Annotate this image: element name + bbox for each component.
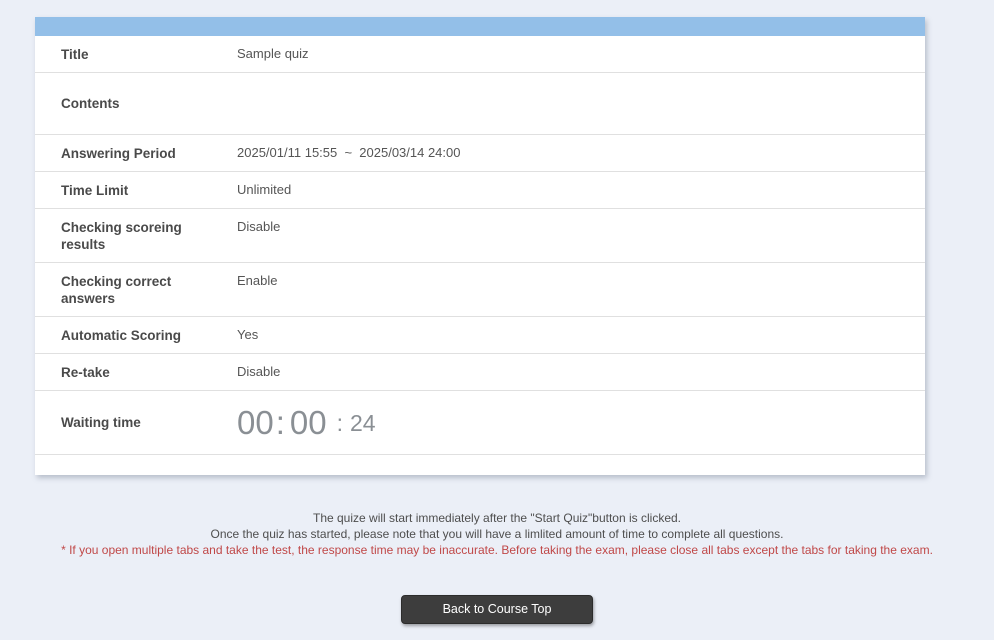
row-value: Enable	[237, 273, 278, 288]
row-label: Answering Period	[61, 145, 176, 161]
table-row-retake: Re-take Disable	[35, 354, 925, 391]
row-label: Automatic Scoring	[61, 327, 182, 343]
row-value: Disable	[237, 364, 281, 379]
timer-colon: :	[275, 403, 285, 441]
table-row-correct-answers: Checking correct answers Enable	[35, 263, 925, 317]
timer-minutes: 00	[289, 403, 327, 441]
table-row-time-limit: Time Limit Unlimited	[35, 172, 925, 209]
panel-header-bar	[35, 17, 925, 36]
row-value	[237, 73, 925, 134]
row-value: Sample quiz	[237, 46, 309, 61]
button-row: Back to Course Top	[0, 595, 994, 624]
timer-colon: :	[336, 409, 343, 436]
row-label: Contents	[61, 96, 120, 111]
quiz-info-panel: Title Sample quiz Contents Answering Per…	[35, 17, 925, 475]
row-label: Title	[61, 46, 89, 62]
timer-seconds: 24	[350, 409, 376, 436]
row-label: Re-take	[61, 364, 110, 380]
row-value: Unlimited	[237, 182, 292, 197]
note-multiple-tabs-warning: * If you open multiple tabs and take the…	[61, 542, 933, 557]
row-value: Yes	[237, 327, 259, 342]
note-start-info: The quize will start immediately after t…	[313, 511, 681, 525]
row-value: 2025/01/11 15:55 ~ 2025/03/14 24:00	[237, 145, 461, 160]
table-row-scoring-results: Checking scoreing results Disable	[35, 209, 925, 263]
table-row-waiting-time: Waiting time 00:00:24	[35, 391, 925, 455]
table-row-automatic-scoring: Automatic Scoring Yes	[35, 317, 925, 354]
table-row-title: Title Sample quiz	[35, 36, 925, 73]
quiz-info-table: Title Sample quiz Contents Answering Per…	[35, 36, 925, 455]
row-label: Waiting time	[61, 415, 141, 430]
row-value: Disable	[237, 219, 281, 234]
table-row-contents: Contents	[35, 73, 925, 135]
timer-hours: 00	[237, 403, 274, 441]
row-label: Time Limit	[61, 182, 129, 198]
panel-bottom-spacer	[35, 455, 925, 475]
waiting-timer: 00:00:24	[237, 391, 925, 454]
table-row-answering-period: Answering Period 2025/01/11 15:55 ~ 2025…	[35, 135, 925, 172]
row-label: Checking scoreing results	[61, 219, 182, 252]
quiz-info-page: Title Sample quiz Contents Answering Per…	[0, 0, 994, 640]
note-time-limit-info: Once the quiz has started, please note t…	[210, 526, 784, 541]
footer-notes: The quize will start immediately after t…	[0, 511, 994, 558]
row-label: Checking correct answers	[61, 273, 172, 306]
back-to-course-top-button[interactable]: Back to Course Top	[401, 595, 593, 624]
